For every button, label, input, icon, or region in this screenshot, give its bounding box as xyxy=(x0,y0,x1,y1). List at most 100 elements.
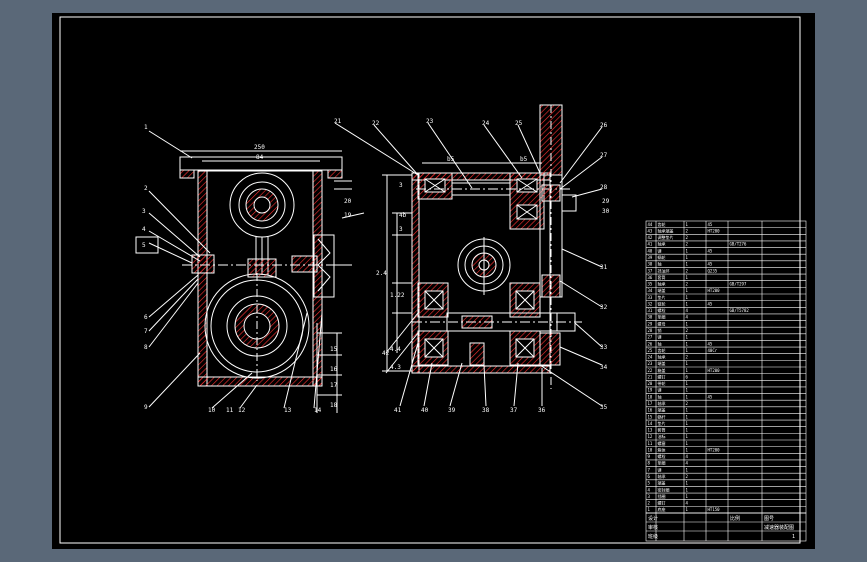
table-cell: 1 xyxy=(686,421,689,426)
table-cell: 44 xyxy=(648,222,653,227)
table-cell: 38 xyxy=(648,262,653,267)
table-cell: 27 xyxy=(648,335,653,340)
table-cell: 45 xyxy=(708,341,713,346)
table-cell: 23 xyxy=(648,361,653,366)
table-cell: 轴 xyxy=(658,261,662,267)
table-cell: GB/T276 xyxy=(730,242,747,247)
table-cell: 41 xyxy=(648,242,653,247)
table-cell: 销 xyxy=(658,327,662,333)
table-cell: 1 xyxy=(686,361,689,366)
sheet-number: 1 xyxy=(792,534,795,540)
callout: 14 xyxy=(314,407,322,414)
table-cell: 16 xyxy=(648,408,653,413)
table-cell: 1 xyxy=(686,262,689,267)
table-cell: 轴承 xyxy=(658,241,666,247)
table-cell: 键 xyxy=(658,334,662,340)
table-cell: 43 xyxy=(648,228,653,233)
table-cell: 18 xyxy=(648,394,653,399)
table-cell: 调整垫片 xyxy=(658,234,674,240)
callout: 33 xyxy=(600,344,608,351)
callout: 29 xyxy=(602,198,610,205)
table-cell: 轴 xyxy=(658,340,662,346)
table-cell: 轴 xyxy=(658,393,662,399)
table-cell: 1 xyxy=(686,434,689,439)
table-cell: 端盖 xyxy=(658,287,666,293)
table-cell: 1 xyxy=(686,321,689,326)
table-cell: 24 xyxy=(648,355,653,360)
table-cell: 39 xyxy=(648,255,653,260)
table-cell: 轴承 xyxy=(658,400,666,406)
table-cell: 螺塞 xyxy=(658,440,666,446)
title-cell: 比例 xyxy=(730,515,740,522)
table-cell: HT200 xyxy=(708,447,721,452)
table-cell: 1 xyxy=(686,248,689,253)
callout: 19 xyxy=(344,212,352,219)
table-cell: 1 xyxy=(686,335,689,340)
table-cell: 3 xyxy=(648,494,651,499)
table-cell: 端盖 xyxy=(658,407,666,413)
table-cell: 2 xyxy=(686,268,689,273)
table-cell: 45 xyxy=(708,222,713,227)
table-cell: 17 xyxy=(648,401,653,406)
table-cell: 1 xyxy=(686,288,689,293)
table-cell: 蜗轮 xyxy=(658,254,666,260)
callout: 10 xyxy=(208,407,216,414)
table-cell: 1 xyxy=(686,222,689,227)
callout: 20 xyxy=(344,198,352,205)
callout: 6 xyxy=(144,314,148,321)
table-cell: 挡圈 xyxy=(658,493,666,499)
table-cell: 42 xyxy=(648,235,653,240)
cad-viewport[interactable]: 250 84 b5 b5 3 4b 3 2.4 1.22 4.4 4.3 1 2… xyxy=(52,13,815,549)
table-cell: 键 xyxy=(658,247,662,253)
table-cell: 35 xyxy=(648,282,653,287)
drawing-border xyxy=(59,16,801,544)
table-cell: 齿轮 xyxy=(658,221,666,227)
table-cell: 4 xyxy=(686,461,689,466)
table-cell: 端盖 xyxy=(658,360,666,366)
callout: 12 xyxy=(238,407,246,414)
callout: 3 xyxy=(142,208,146,215)
callout: 24 xyxy=(482,120,490,127)
table-cell: 4 xyxy=(686,454,689,459)
callout: 38 xyxy=(482,407,490,414)
table-cell: 7 xyxy=(648,467,651,472)
right-section-view xyxy=(334,104,603,407)
table-cell: 45 xyxy=(708,301,713,306)
table-cell: 1 xyxy=(686,447,689,452)
table-cell: GB/T297 xyxy=(730,282,747,287)
dim-4b: 4b xyxy=(399,212,407,219)
table-cell: 32 xyxy=(648,301,653,306)
callout: 1 xyxy=(144,124,148,131)
table-cell: 1 xyxy=(686,428,689,433)
callout: 4 xyxy=(142,226,146,233)
callout: 32 xyxy=(600,304,608,311)
callout: 21 xyxy=(334,118,342,125)
table-cell: 1 xyxy=(686,348,689,353)
table-cell: 36 xyxy=(648,275,653,280)
dim-1-22: 1.22 xyxy=(390,292,405,299)
parts-list-table xyxy=(645,220,807,514)
callout: 37 xyxy=(510,407,518,414)
dim-3-a: 3 xyxy=(399,182,403,189)
table-cell: 14 xyxy=(648,421,653,426)
table-cell: GB/T5782 xyxy=(730,308,750,313)
table-cell: 4 xyxy=(686,308,689,313)
table-cell: 4 xyxy=(686,501,689,506)
table-cell: 1 xyxy=(686,301,689,306)
table-cell: 1 xyxy=(686,481,689,486)
table-cell: 6 xyxy=(648,474,651,479)
table-cell: 1 xyxy=(686,414,689,419)
table-cell: 1 xyxy=(686,394,689,399)
table-cell: 油标 xyxy=(658,433,666,439)
table-cell: 垫片 xyxy=(658,420,666,426)
callout: 40 xyxy=(421,407,429,414)
table-cell: 底座 xyxy=(658,506,666,512)
table-cell: 1 xyxy=(686,441,689,446)
table-cell: 2 xyxy=(686,282,689,287)
table-cell: 12 xyxy=(648,434,653,439)
table-cell: 1 xyxy=(686,507,689,512)
assembly-drawing: 250 84 b5 b5 3 4b 3 2.4 1.22 4.4 4.3 1 2… xyxy=(59,16,807,544)
callout: 17 xyxy=(330,382,338,389)
table-cell: 29 xyxy=(648,321,653,326)
table-cell: 键 xyxy=(658,466,662,472)
